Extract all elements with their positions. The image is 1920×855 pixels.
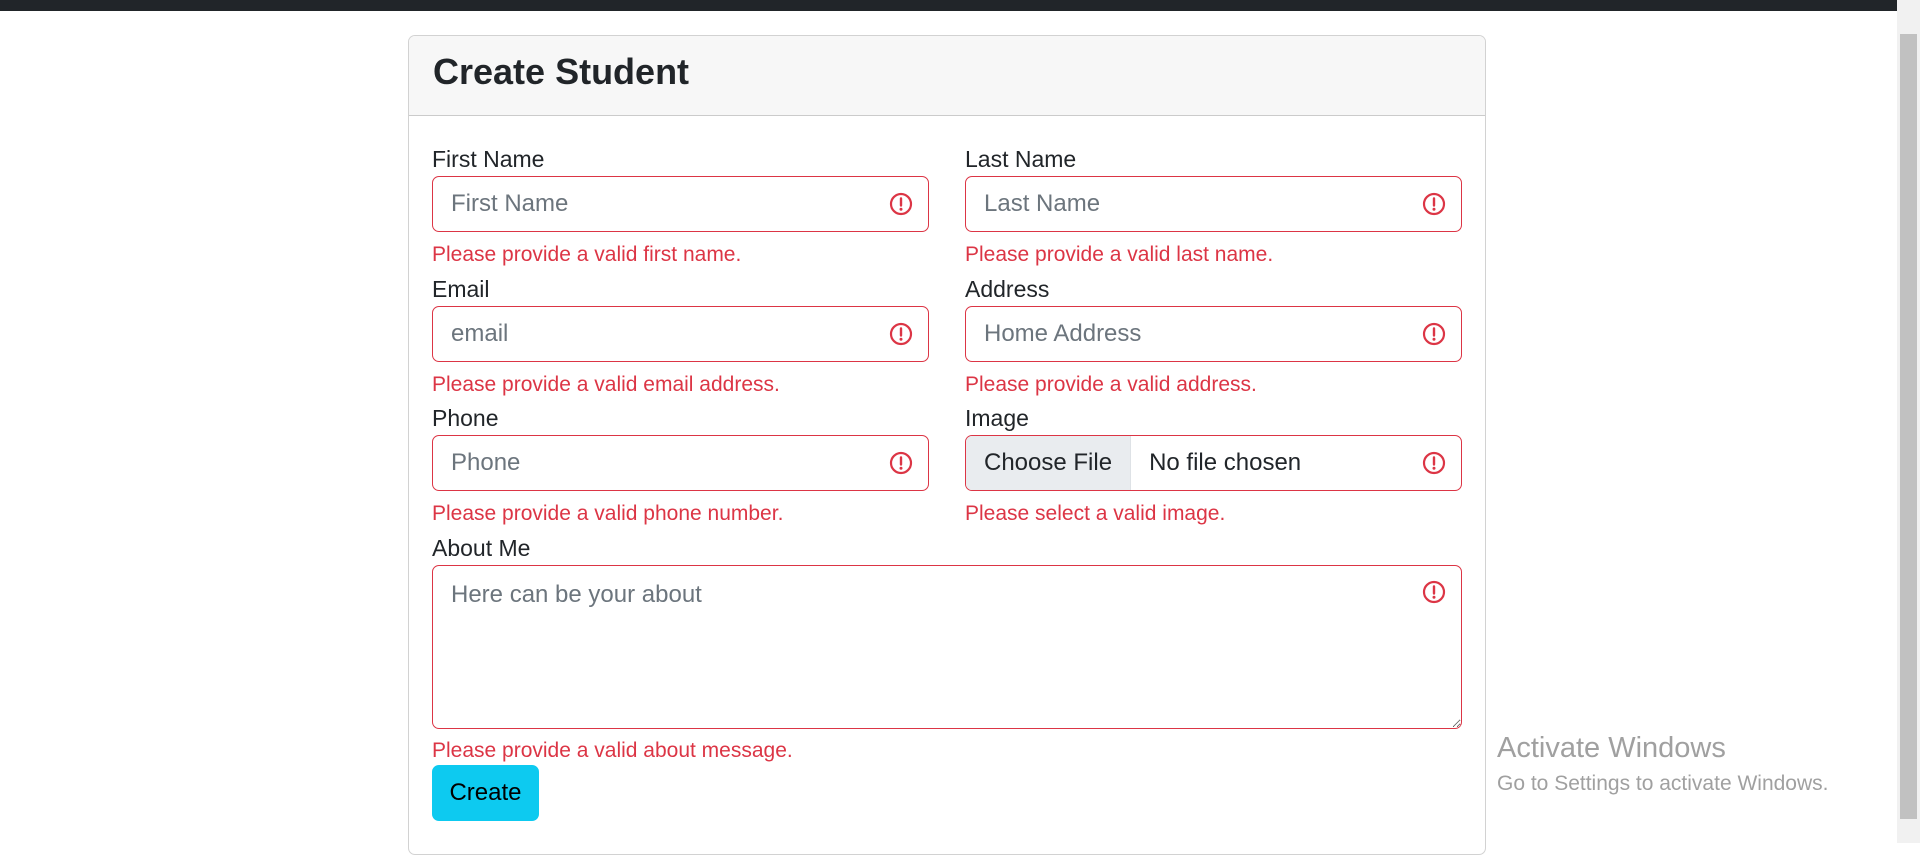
- email-feedback: Please provide a valid email address.: [432, 373, 780, 396]
- about-textarea[interactable]: [432, 565, 1462, 729]
- address-input[interactable]: [965, 306, 1462, 362]
- phone-label: Phone: [432, 405, 499, 431]
- image-feedback: Please select a valid image.: [965, 502, 1226, 525]
- address-label: Address: [965, 276, 1050, 302]
- about-feedback: Please provide a valid about message.: [432, 739, 793, 762]
- image-label: Image: [965, 405, 1029, 431]
- email-label: Email: [432, 276, 490, 302]
- activate-windows-subtitle: Go to Settings to activate Windows.: [1497, 772, 1829, 795]
- page-scrollbar[interactable]: [1897, 0, 1920, 843]
- last-name-label: Last Name: [965, 146, 1077, 172]
- first-name-feedback: Please provide a valid first name.: [432, 243, 742, 266]
- first-name-input[interactable]: [432, 176, 929, 232]
- activate-windows-title: Activate Windows: [1497, 732, 1726, 764]
- first-name-label: First Name: [432, 146, 545, 172]
- file-status: No file chosen: [1149, 449, 1302, 476]
- card-header: Create Student: [409, 36, 1485, 116]
- phone-input[interactable]: [432, 435, 929, 491]
- last-name-input[interactable]: [965, 176, 1462, 232]
- image-file-input[interactable]: Choose File No file chosen: [965, 435, 1462, 491]
- choose-file-button[interactable]: Choose File: [966, 436, 1132, 490]
- about-label: About Me: [432, 535, 531, 561]
- browser-top-bar: [0, 0, 1897, 11]
- scrollbar-thumb[interactable]: [1900, 34, 1917, 819]
- phone-feedback: Please provide a valid phone number.: [432, 502, 784, 525]
- address-feedback: Please provide a valid address.: [965, 373, 1257, 396]
- email-input[interactable]: [432, 306, 929, 362]
- last-name-feedback: Please provide a valid last name.: [965, 243, 1274, 266]
- create-button[interactable]: Create: [432, 765, 539, 821]
- page-title: Create Student: [433, 51, 690, 92]
